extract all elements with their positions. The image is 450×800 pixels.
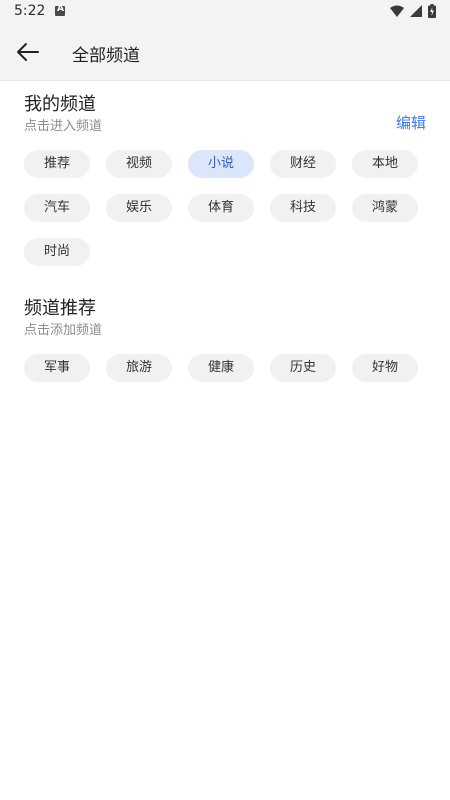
my-channels-title: 我的频道 [24,94,96,115]
recommend-chip-junshi[interactable]: 军事 [24,354,90,382]
my-channels-section: 我的频道 点击进入频道 编辑 推荐 视频 小说 财经 本地 汽车 娱乐 体育 科… [24,94,426,266]
back-button[interactable] [14,38,42,66]
my-channels-subtitle: 点击进入频道 [24,119,103,134]
channel-chip-xiaoshuo-selected[interactable]: 小说 [188,150,254,178]
channel-chip-tiyu[interactable]: 体育 [188,194,254,222]
channel-chip-keji[interactable]: 科技 [270,194,336,222]
status-bar: 5:22 [0,0,450,24]
recommended-channels-subtitle: 点击添加频道 [24,323,103,338]
channel-chip-hongmeng[interactable]: 鸿蒙 [352,194,418,222]
channel-chip-qiche[interactable]: 汽车 [24,194,90,222]
channel-chip-tuijian[interactable]: 推荐 [24,150,90,178]
channel-chip-shishang[interactable]: 时尚 [24,238,90,266]
status-time: 5:22 [14,3,46,19]
recommended-channels-section: 频道推荐 点击添加频道 军事 旅游 健康 历史 好物 [24,298,426,382]
edit-button[interactable]: 编辑 [396,112,426,133]
accessibility-a-icon [55,4,65,16]
recommend-chip-lishi[interactable]: 历史 [270,354,336,382]
channel-chip-bendi[interactable]: 本地 [352,150,418,178]
recommended-channels-list: 军事 旅游 健康 历史 好物 [24,354,426,382]
cell-signal-icon [410,5,422,17]
channel-chip-yule[interactable]: 娱乐 [106,194,172,222]
recommend-chip-lvyou[interactable]: 旅游 [106,354,172,382]
channel-chip-caijing[interactable]: 财经 [270,150,336,178]
wifi-icon [390,5,404,17]
app-header: 全部频道 [0,24,450,81]
page-title: 全部频道 [72,46,140,66]
channel-chip-shipin[interactable]: 视频 [106,150,172,178]
status-icons [390,4,436,18]
back-arrow-icon [17,43,39,61]
recommended-channels-title: 频道推荐 [24,298,96,319]
battery-charging-icon [428,4,436,18]
recommend-chip-haowu[interactable]: 好物 [352,354,418,382]
my-channels-list: 推荐 视频 小说 财经 本地 汽车 娱乐 体育 科技 鸿蒙 时尚 [24,150,426,266]
recommend-chip-jiankang[interactable]: 健康 [188,354,254,382]
